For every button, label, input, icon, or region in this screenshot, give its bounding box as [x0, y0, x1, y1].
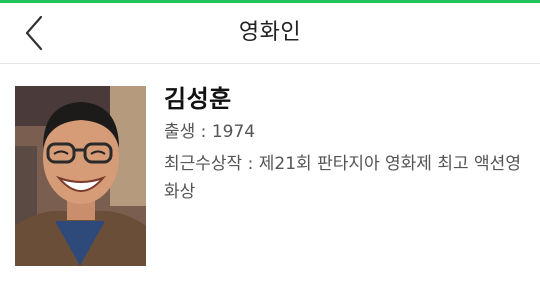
person-card: 김성훈 출생 : 1974 최근수상작 : 제21회 판타지아 영화제 최고 액…: [0, 64, 540, 298]
person-photo[interactable]: [15, 86, 146, 266]
award-row: 최근수상작 : 제21회 판타지아 영화제 최고 액션영화상: [164, 150, 534, 206]
page-title: 영화인: [238, 20, 302, 45]
award-label: 최근수상작 :: [164, 154, 259, 174]
birth-label: 출생 :: [164, 122, 212, 142]
app-header: 영화인: [0, 3, 540, 64]
birth-row: 출생 : 1974: [164, 118, 534, 146]
birth-value: 1974: [211, 122, 256, 142]
person-info: 김성훈 출생 : 1974 최근수상작 : 제21회 판타지아 영화제 최고 액…: [164, 82, 534, 206]
person-name: 김성훈: [164, 85, 232, 113]
